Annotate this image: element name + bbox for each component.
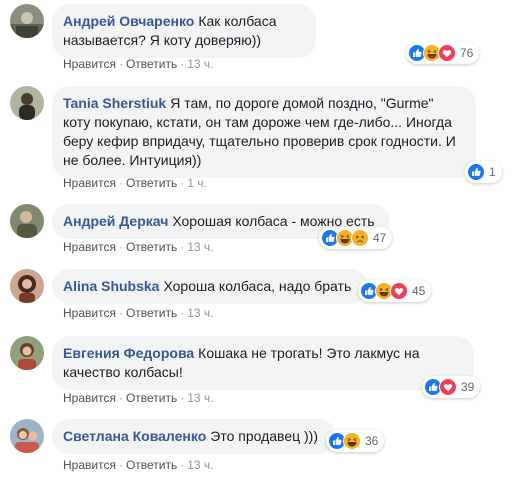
separator: ·: [180, 57, 185, 71]
comment-bubble: Alina Shubska Хороша колбаса, надо брать: [52, 269, 368, 304]
comment-time[interactable]: 13 ч.: [187, 391, 213, 405]
reaction-count: 36: [365, 434, 379, 448]
comment-actions: Нравится · Ответить · 13 ч.: [63, 240, 214, 254]
comment-actions: Нравится · Ответить · 13 ч.: [63, 391, 214, 405]
love-icon: [438, 44, 456, 62]
like-icon: [467, 163, 485, 181]
comment-bubble: Андрей Овчаренко Как колбаса называется? …: [52, 4, 316, 58]
comment-bubble: Светлана Коваленко Это продавец ))): [52, 419, 336, 454]
avatar[interactable]: [10, 86, 44, 120]
separator: ·: [180, 391, 185, 405]
avatar[interactable]: [10, 4, 44, 38]
love-icon: [439, 378, 457, 396]
comment-bubble: Евгения Федорова Кошака не трогать! Это л…: [52, 336, 474, 390]
comment-actions: Нравится · Ответить · 13 ч.: [63, 306, 214, 320]
separator: ·: [118, 458, 123, 472]
comment-actions: Нравится · Ответить · 1 ч.: [63, 176, 207, 190]
comment-author[interactable]: Tania Sherstiuk: [63, 95, 166, 111]
separator: ·: [180, 306, 185, 320]
comment-author[interactable]: Андрей Овчаренко: [63, 13, 194, 29]
haha-icon: [343, 432, 361, 450]
comment-time[interactable]: 13 ч.: [187, 57, 213, 71]
comment-bubble: Tania Sherstiuk Я там, по дороге домой по…: [52, 86, 476, 178]
comment-text: Это продавец ))): [210, 428, 319, 444]
reaction-count: 47: [373, 231, 387, 245]
separator: ·: [118, 240, 123, 254]
separator: ·: [118, 176, 123, 190]
reactions-badge[interactable]: 45: [358, 280, 432, 302]
reply-link[interactable]: Ответить: [126, 306, 177, 320]
comment-author[interactable]: Alina Shubska: [63, 278, 159, 294]
avatar[interactable]: [10, 419, 44, 453]
like-link[interactable]: Нравится: [63, 391, 116, 405]
reactions-badge[interactable]: 76: [406, 42, 480, 64]
like-link[interactable]: Нравится: [63, 57, 116, 71]
comment-time[interactable]: 1 ч.: [187, 176, 207, 190]
comment-author[interactable]: Светлана Коваленко: [63, 428, 206, 444]
reply-link[interactable]: Ответить: [126, 458, 177, 472]
comment-text: Хороша колбаса, надо брать: [163, 278, 352, 294]
comment-time[interactable]: 13 ч.: [187, 306, 213, 320]
comment-actions: Нравится · Ответить · 13 ч.: [63, 458, 214, 472]
separator: ·: [180, 458, 185, 472]
comment-actions: Нравится · Ответить · 13 ч.: [63, 57, 214, 71]
avatar[interactable]: [10, 336, 44, 370]
comment-time[interactable]: 13 ч.: [187, 458, 213, 472]
reactions-badge[interactable]: 39: [422, 376, 481, 398]
sad-icon: [351, 229, 369, 247]
reaction-count: 39: [461, 380, 475, 394]
separator: ·: [118, 57, 123, 71]
reaction-count: 45: [412, 284, 426, 298]
comment-time[interactable]: 13 ч.: [187, 240, 213, 254]
comment-author[interactable]: Андрей Деркач: [63, 213, 168, 229]
reply-link[interactable]: Ответить: [126, 240, 177, 254]
comment-author[interactable]: Евгения Федорова: [63, 345, 194, 361]
like-link[interactable]: Нравится: [63, 176, 116, 190]
avatar[interactable]: [10, 204, 44, 238]
like-link[interactable]: Нравится: [63, 240, 116, 254]
reactions-badge[interactable]: 36: [326, 430, 385, 452]
separator: ·: [180, 240, 185, 254]
separator: ·: [118, 391, 123, 405]
like-link[interactable]: Нравится: [63, 306, 116, 320]
reply-link[interactable]: Ответить: [126, 391, 177, 405]
reaction-count: 76: [460, 46, 474, 60]
reply-link[interactable]: Ответить: [126, 176, 177, 190]
separator: ·: [180, 176, 185, 190]
separator: ·: [118, 306, 123, 320]
reaction-count: 1: [489, 165, 496, 179]
avatar[interactable]: [10, 269, 44, 303]
reply-link[interactable]: Ответить: [126, 57, 177, 71]
like-link[interactable]: Нравится: [63, 458, 116, 472]
reactions-badge[interactable]: 47: [319, 227, 393, 249]
reactions-badge[interactable]: 1: [465, 161, 502, 183]
love-icon: [390, 282, 408, 300]
